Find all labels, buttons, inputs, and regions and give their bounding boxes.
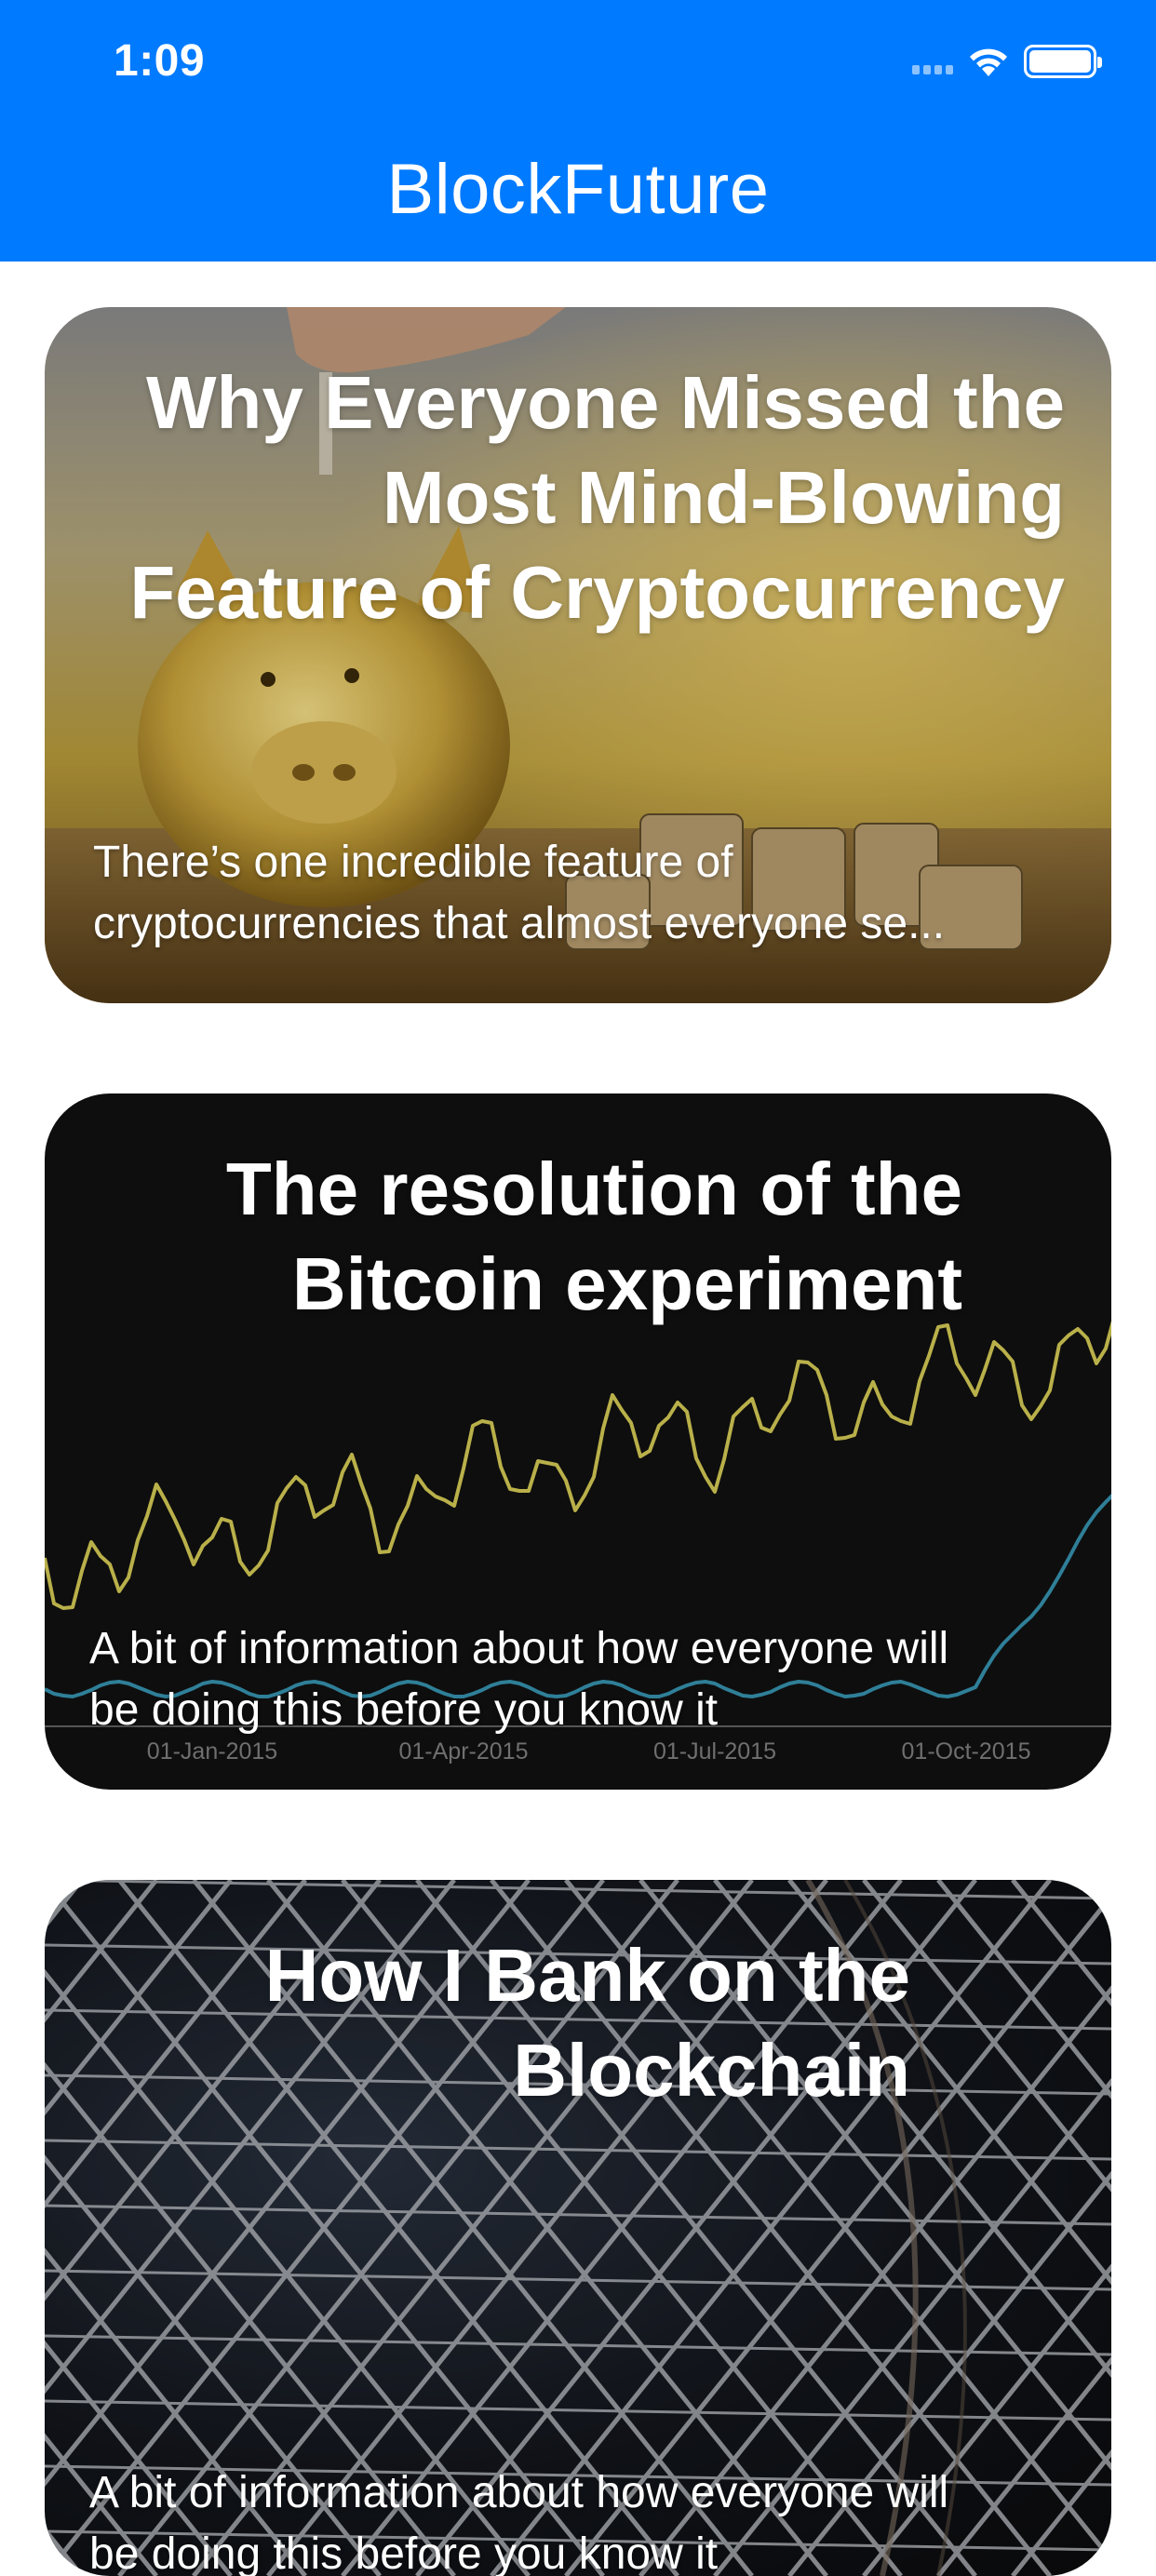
chart-axis-label: 01-Jul-2015 [653,1738,776,1764]
article-summary: There’s one incredible feature of crypto… [93,838,946,948]
article-card[interactable]: Why Everyone Missed the Most Mind-Blowin… [45,307,1111,1003]
battery-icon [1024,45,1102,78]
article-title: The resolution of the Bitcoin experiment [225,1147,962,1325]
wifi-icon [966,45,1011,78]
cellular-signal-icon [912,48,953,74]
navigation-header: 1:09 BlockFuture [0,0,1156,262]
chart-axis-label: 01-Jan-2015 [147,1738,277,1764]
chart-axis-label: 01-Apr-2015 [399,1738,529,1764]
article-title: Why Everyone Missed the Most Mind-Blowin… [129,361,1065,634]
status-time: 1:09 [114,36,206,86]
article-card[interactable]: How I Bank on the Blockchain A bit of in… [45,1880,1111,2576]
article-summary: A bit of information about how everyone … [89,1624,949,1735]
article-title: How I Bank on the Blockchain [264,1934,910,2112]
app-title: BlockFuture [386,150,770,229]
chart-axis-label: 01-Oct-2015 [902,1738,1031,1764]
article-card[interactable]: 01-Jan-2015 01-Apr-2015 01-Jul-2015 01-Oct-… [45,1093,1111,1790]
article-summary: A bit of information about how everyone … [89,2468,949,2576]
status-icons [912,43,1102,80]
